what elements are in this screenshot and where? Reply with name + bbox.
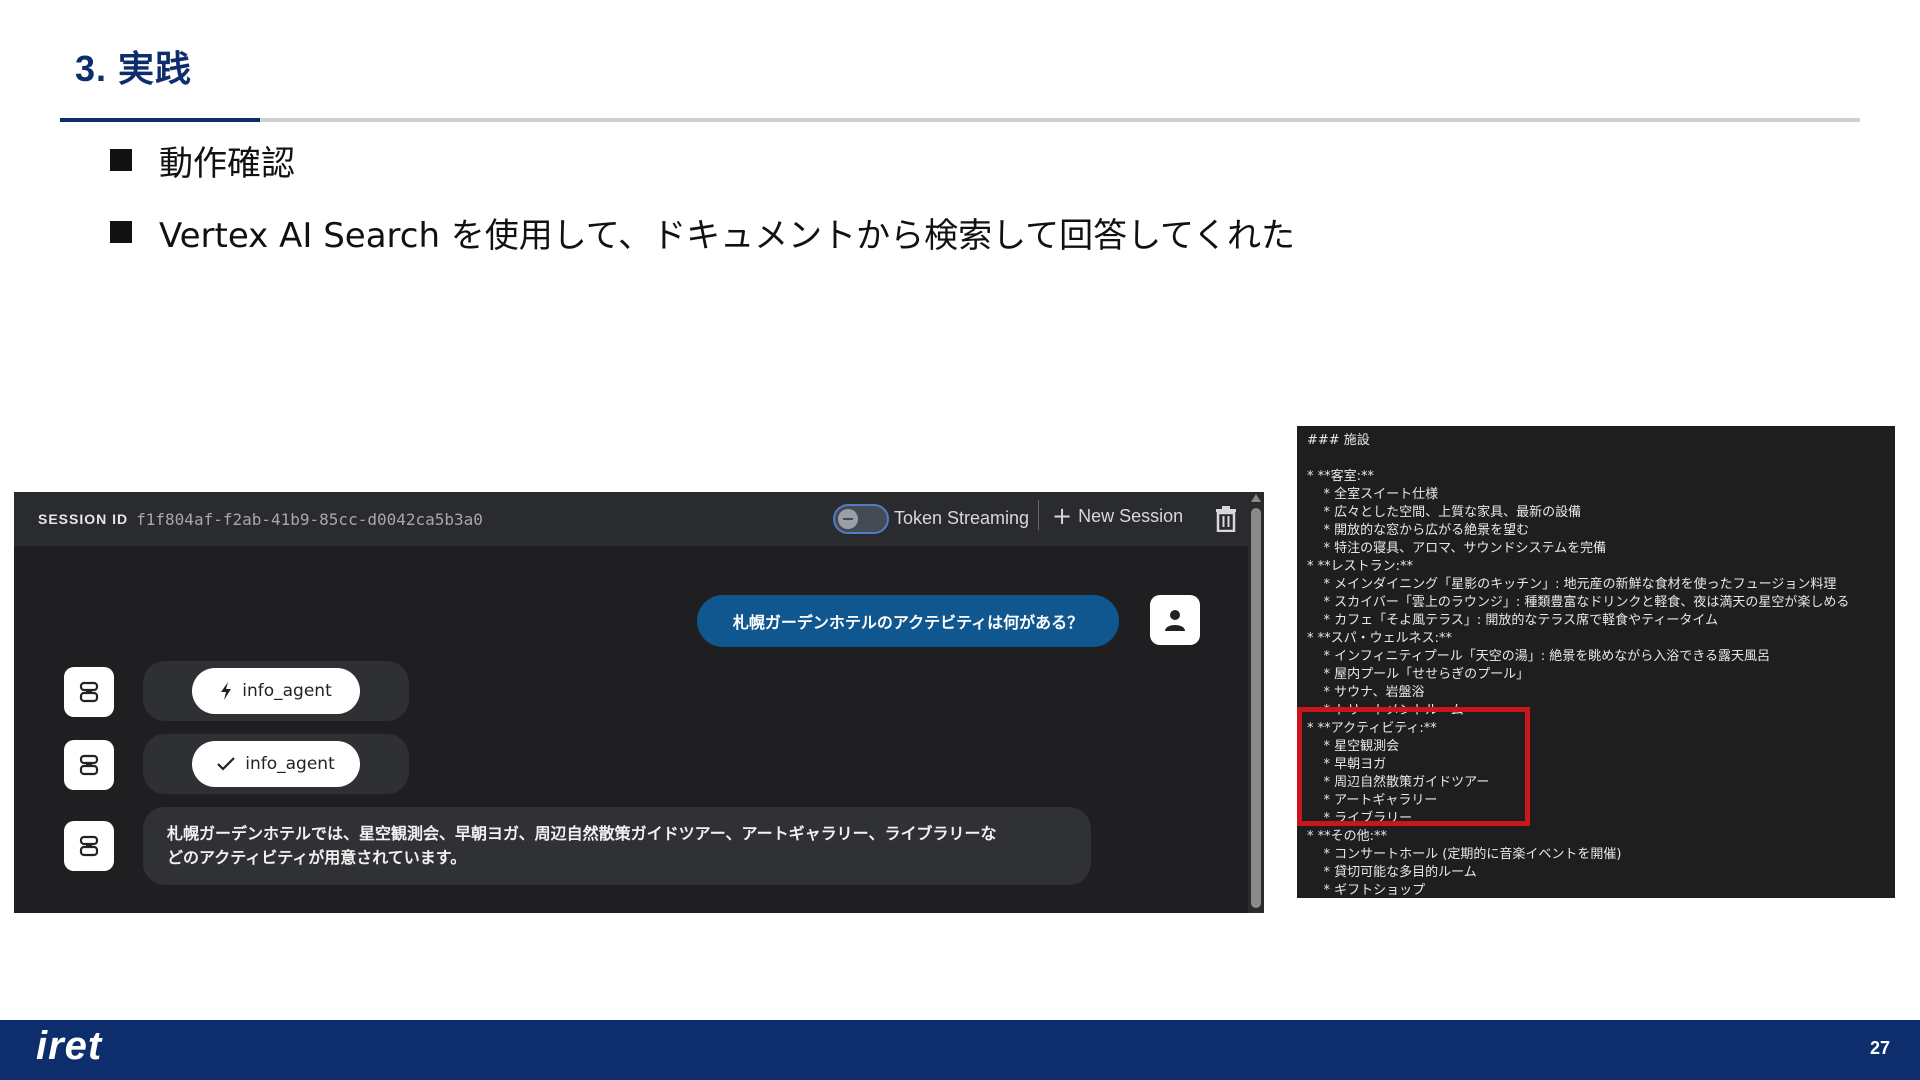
chat-header: SESSION ID f1f804af-f2ab-41b9-85cc-d0042…	[14, 492, 1248, 546]
markdown-line: * 特注の寝具、アロマ、サウンドシステムを完備	[1307, 541, 1607, 556]
markdown-line: * **スパ・ウェルネス:**	[1307, 631, 1453, 646]
bot-message-line: 札幌ガーデンホテルでは、星空観測会、早朝ヨガ、周辺自然散策ガイドツアー、アートギ…	[167, 824, 997, 843]
markdown-line: * **客室:**	[1307, 469, 1375, 484]
new-session-label: New Session	[1078, 505, 1184, 526]
chat-scrollbar[interactable]	[1248, 492, 1264, 913]
markdown-line: * コンサートホール (定期的に音楽イベントを開催)	[1307, 847, 1622, 862]
markdown-line: * スカイバー「雲上のラウンジ」: 種類豊富なドリンクと軽食、夜は満天の星空が楽…	[1307, 595, 1850, 610]
header-divider	[1038, 500, 1039, 530]
check-icon	[217, 757, 236, 771]
markdown-line: * **その他:**	[1307, 829, 1388, 844]
square-bullet-icon	[110, 221, 132, 243]
chat-panel-screenshot: SESSION ID f1f804af-f2ab-41b9-85cc-d0042…	[14, 492, 1264, 913]
square-bullet-icon	[110, 149, 132, 171]
new-session-button[interactable]: + New Session	[1052, 504, 1183, 528]
person-icon	[1165, 610, 1185, 631]
markdown-line: * 広々とした空間、上質な家具、最新の設備	[1307, 505, 1582, 520]
session-id-label: SESSION ID	[38, 511, 129, 527]
bot-avatar	[64, 740, 114, 790]
markdown-line: * 貸切可能な多目的ルーム	[1307, 865, 1477, 880]
markdown-line: * 全室スイート仕様	[1307, 487, 1439, 502]
title-divider	[60, 118, 1860, 122]
title-divider-accent	[60, 118, 260, 122]
markdown-line: ### 施設	[1307, 433, 1370, 448]
tool-chip[interactable]: info_agent	[192, 668, 360, 714]
bot-message-bubble: 札幌ガーデンホテルでは、星空観測会、早朝ヨガ、周辺自然散策ガイドツアー、アートギ…	[143, 807, 1091, 885]
markdown-line: * ギフトショップ	[1307, 883, 1426, 898]
token-streaming-toggle[interactable]	[833, 504, 889, 534]
activity-highlight-box	[1297, 707, 1530, 826]
bullet-item: 動作確認	[110, 138, 1295, 184]
scroll-up-icon[interactable]	[1251, 494, 1261, 502]
session-id-value: f1f804af-f2ab-41b9-85cc-d0042ca5b3a0	[136, 509, 483, 529]
markdown-source-panel: ### 施設 * **客室:** * 全室スイート仕様 * 広々とした空間、上質な…	[1297, 426, 1895, 898]
robot-icon	[79, 835, 99, 857]
bolt-icon	[221, 682, 232, 700]
toggle-knob-icon	[838, 509, 858, 529]
tool-chip[interactable]: info_agent	[192, 741, 360, 787]
bot-avatar	[64, 667, 114, 717]
markdown-line: * サウナ、岩盤浴	[1307, 685, 1425, 700]
bullet-list: 動作確認 Vertex AI Search を使用して、ドキュメントから検索して…	[110, 138, 1295, 282]
markdown-line: * カフェ「そよ風テラス」: 開放的なテラス席で軽食やティータイム	[1307, 613, 1719, 628]
markdown-line: * メインダイニング「星影のキッチン」: 地元産の新鮮な食材を使ったフュージョン…	[1307, 577, 1837, 592]
markdown-line: * インフィニティプール「天空の湯」: 絶景を眺めながら入浴できる露天風呂	[1307, 649, 1770, 664]
bullet-text: Vertex AI Search を使用して、ドキュメントから検索して回答してく…	[159, 215, 1296, 256]
markdown-line: * **レストラン:**	[1307, 559, 1414, 574]
bot-message-line: どのアクティビティが用意されています。	[167, 848, 467, 867]
tool-call-row: info_agent	[143, 661, 409, 721]
bullet-item: Vertex AI Search を使用して、ドキュメントから検索して回答してく…	[110, 210, 1296, 256]
tool-name: info_agent	[245, 754, 335, 774]
bullet-text: 動作確認	[159, 143, 295, 184]
slide-title: 3. 実践	[75, 48, 193, 89]
markdown-line	[1307, 450, 1895, 468]
markdown-line: * 開放的な窓から広がる絶景を望む	[1307, 523, 1530, 538]
footer-bar: iret 27	[0, 1020, 1920, 1080]
company-logo: iret	[36, 1024, 103, 1068]
robot-icon	[79, 754, 99, 776]
user-avatar	[1150, 595, 1200, 645]
plus-icon: +	[1052, 502, 1073, 530]
scrollbar-thumb[interactable]	[1251, 508, 1261, 908]
user-message-bubble: 札幌ガーデンホテルのアクテビティは何がある？	[697, 595, 1119, 647]
robot-icon	[79, 681, 99, 703]
tool-call-row: info_agent	[143, 734, 409, 794]
tool-name: info_agent	[242, 681, 332, 701]
markdown-line: * 屋内プール「せせらぎのプール」	[1307, 667, 1530, 682]
page-number: 27	[1869, 1038, 1890, 1058]
token-streaming-label: Token Streaming	[894, 508, 1030, 528]
bot-avatar	[64, 821, 114, 871]
trash-icon[interactable]	[1214, 506, 1238, 532]
